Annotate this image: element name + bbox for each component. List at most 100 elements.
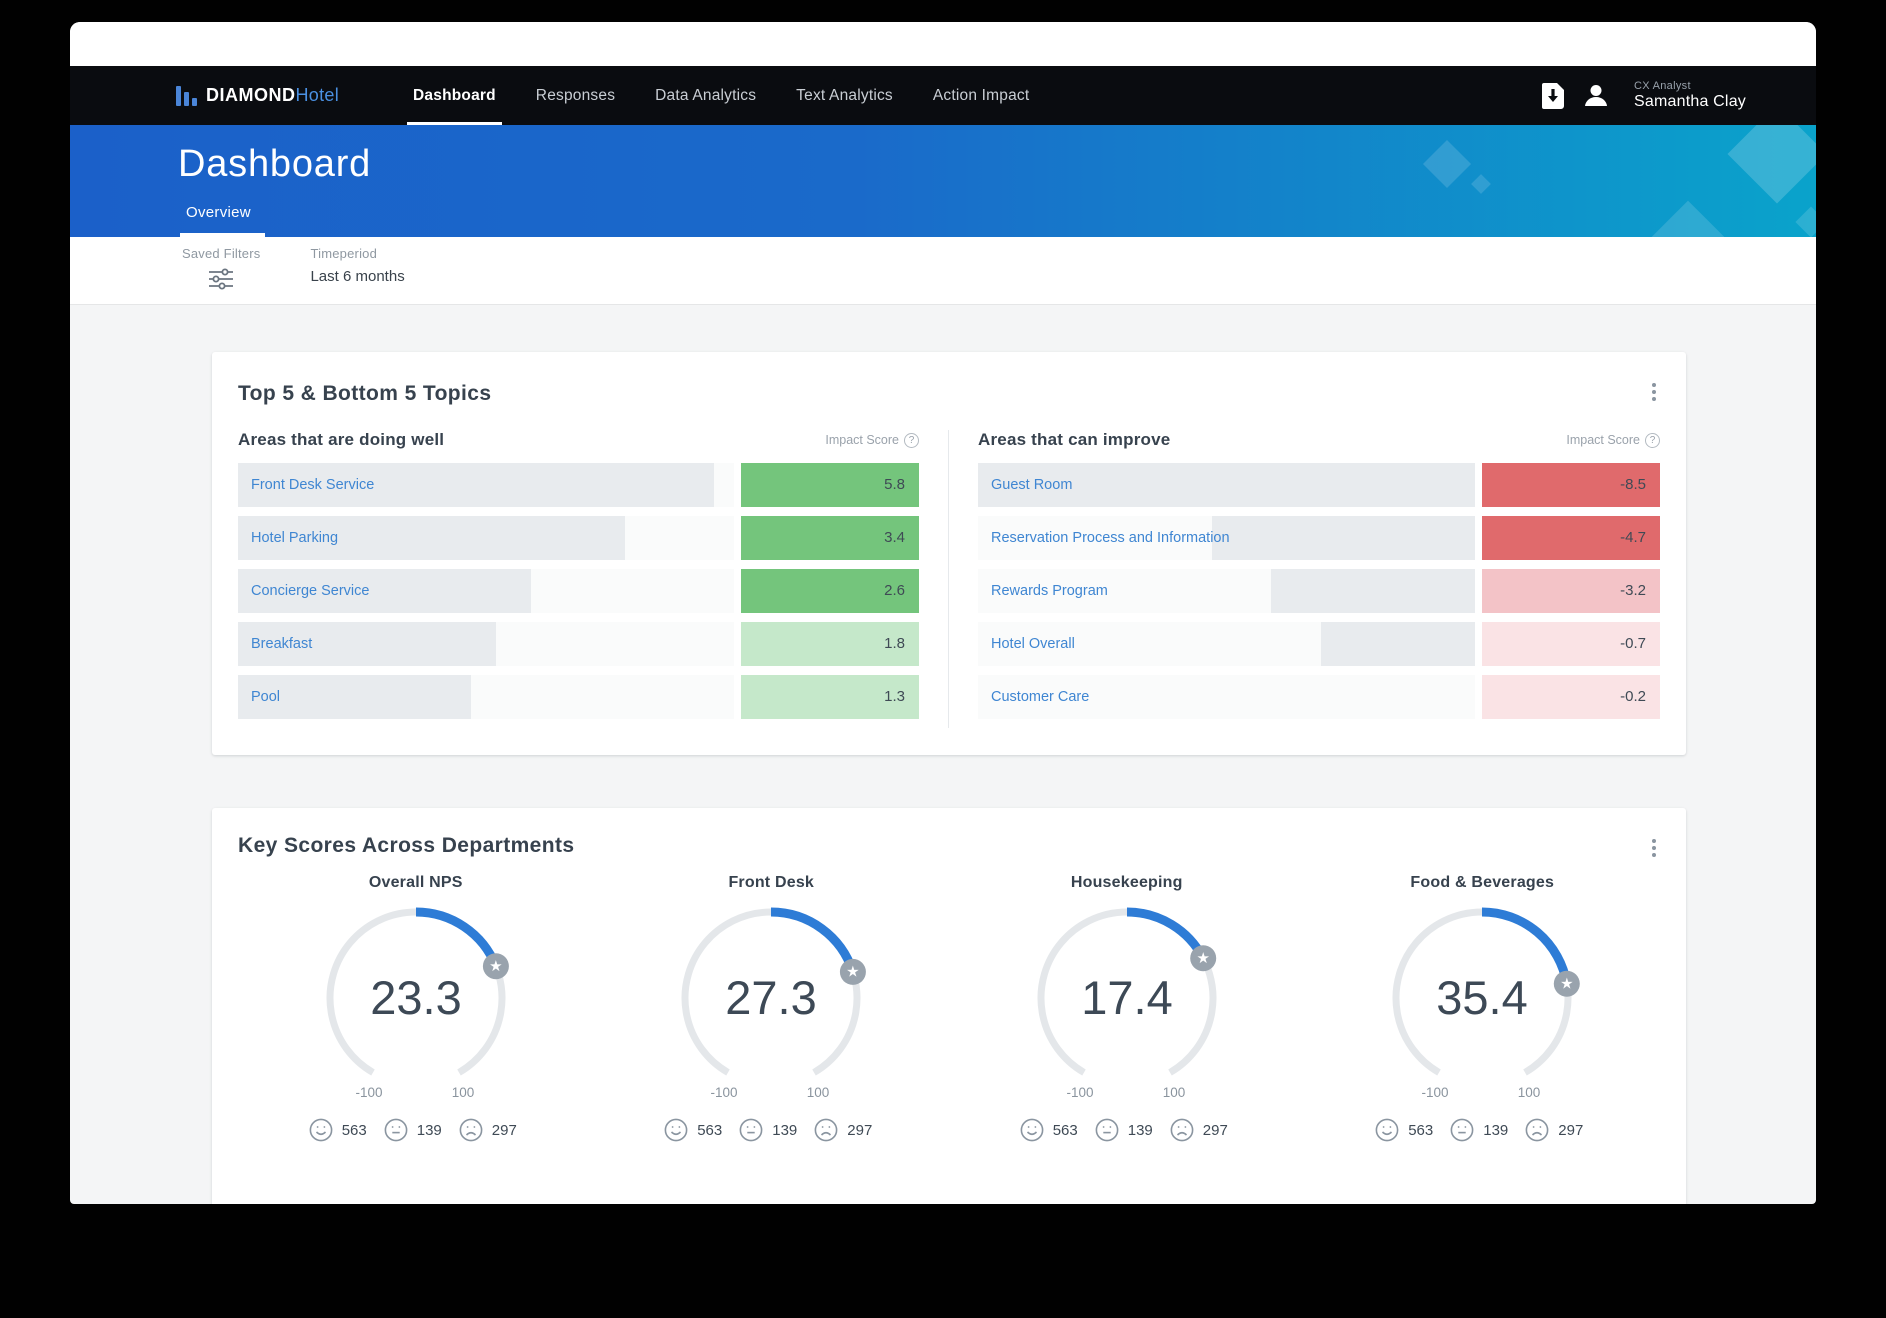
table-row[interactable]: Hotel Overall -0.7: [978, 622, 1660, 666]
diamond-decoration: [1422, 139, 1472, 189]
nav-links: Dashboard Responses Data Analytics Text …: [407, 66, 1030, 125]
impact-bar-track: Front Desk Service: [238, 463, 734, 507]
impact-bar-track: Customer Care: [978, 675, 1475, 719]
sentiment-counts: 563 139 297: [308, 1117, 524, 1143]
nav-item-dashboard[interactable]: Dashboard: [407, 66, 502, 125]
happy-face-icon: [1020, 1118, 1044, 1142]
gauge-min-label: -100: [1422, 1085, 1449, 1100]
table-row[interactable]: Front Desk Service 5.8: [238, 463, 919, 507]
table-row[interactable]: Pool 1.3: [238, 675, 919, 719]
impact-score-cell: -4.7: [1482, 516, 1660, 560]
table-row[interactable]: Hotel Parking 3.4: [238, 516, 919, 560]
star-badge-icon: ★: [1189, 945, 1216, 972]
impact-bar-track: Pool: [238, 675, 734, 719]
happy-count: 563: [697, 1121, 723, 1139]
can-improve-table: Areas that can improve Impact Score? Gue…: [949, 430, 1660, 728]
sad-face-icon: [1170, 1118, 1194, 1142]
topics-card-title: Top 5 & Bottom 5 Topics: [238, 382, 492, 405]
user-role: CX Analyst: [1634, 80, 1691, 92]
nav-item-text-analytics[interactable]: Text Analytics: [796, 66, 893, 125]
table-row[interactable]: Guest Room -8.5: [978, 463, 1660, 507]
sad-count: 297: [1558, 1121, 1584, 1139]
topics-card: Top 5 & Bottom 5 Topics Areas that are d…: [212, 352, 1686, 755]
sad-face-icon: [814, 1118, 838, 1142]
happy-face-icon: [1375, 1118, 1399, 1142]
nav-item-action-impact[interactable]: Action Impact: [933, 66, 1030, 125]
user-profile-icon[interactable]: [1584, 83, 1608, 109]
can-improve-heading: Areas that can improve: [978, 430, 1171, 449]
gauge-title: Food & Beverages: [1410, 874, 1555, 891]
gauge-value: 27.3: [726, 971, 817, 1024]
impact-bar-track: Concierge Service: [238, 569, 734, 613]
topic-link[interactable]: Hotel Parking: [238, 516, 734, 560]
impact-bar-track: Guest Room: [978, 463, 1475, 507]
impact-score-cell: 2.6: [741, 569, 919, 613]
impact-score-cell: 5.8: [741, 463, 919, 507]
page-content: Top 5 & Bottom 5 Topics Areas that are d…: [70, 304, 1816, 1204]
gauge-min-label: -100: [711, 1085, 738, 1100]
impact-score-header: Impact Score?: [1566, 432, 1660, 448]
brand-logo[interactable]: DIAMONDHotel: [176, 85, 339, 106]
doing-well-heading: Areas that are doing well: [238, 430, 445, 449]
topic-link[interactable]: Hotel Overall: [978, 622, 1475, 666]
nps-gauge-dial: ★ 23.3 -100 100: [306, 898, 526, 1115]
sad-face-icon: [1525, 1118, 1549, 1142]
table-row[interactable]: Customer Care -0.2: [978, 675, 1660, 719]
impact-bar-track: Rewards Program: [978, 569, 1475, 613]
neutral-count: 139: [1483, 1121, 1509, 1139]
impact-score-cell: 1.3: [741, 675, 919, 719]
gauge-value: 17.4: [1081, 971, 1172, 1024]
topic-link[interactable]: Pool: [238, 675, 734, 719]
sentiment-counts: 563 139 297: [663, 1117, 879, 1143]
help-question-icon[interactable]: ?: [1645, 432, 1660, 448]
topic-link[interactable]: Customer Care: [978, 675, 1475, 719]
impact-bar-track: Hotel Parking: [238, 516, 734, 560]
help-question-icon[interactable]: ?: [904, 432, 919, 448]
topic-link[interactable]: Rewards Program: [978, 569, 1475, 613]
impact-score-cell: -3.2: [1482, 569, 1660, 613]
timeperiod-value[interactable]: Last 6 months: [310, 268, 404, 285]
export-download-icon[interactable]: [1542, 82, 1564, 109]
svg-text:★: ★: [489, 958, 502, 975]
nav-item-data-analytics[interactable]: Data Analytics: [655, 66, 756, 125]
neutral-face-icon: [1450, 1118, 1474, 1142]
topic-link[interactable]: Reservation Process and Information: [978, 516, 1475, 560]
table-row[interactable]: Rewards Program -3.2: [978, 569, 1660, 613]
filter-sliders-icon[interactable]: [207, 267, 235, 296]
gauge-title: Housekeeping: [1070, 874, 1183, 891]
topic-link[interactable]: Concierge Service: [238, 569, 734, 613]
key-scores-card: Key Scores Across Departments Overall NP…: [212, 808, 1686, 1204]
star-badge-icon: ★: [840, 958, 867, 985]
topic-link[interactable]: Guest Room: [978, 463, 1475, 507]
svg-text:★: ★: [1560, 976, 1573, 993]
brand-name-light: Hotel: [295, 85, 340, 105]
sad-count: 297: [491, 1121, 517, 1139]
nav-item-responses[interactable]: Responses: [536, 66, 615, 125]
saved-filters-label: Saved Filters: [182, 246, 261, 261]
tab-overview[interactable]: Overview: [180, 204, 265, 237]
svg-text:★: ★: [846, 964, 859, 981]
user-menu[interactable]: CX Analyst Samantha Clay: [1634, 80, 1746, 111]
happy-face-icon: [664, 1118, 688, 1142]
saved-filters: Saved Filters: [182, 246, 260, 304]
card-menu-ellipsis-icon[interactable]: [1646, 378, 1662, 406]
gauge-value: 35.4: [1437, 971, 1528, 1024]
impact-score-cell: -8.5: [1482, 463, 1660, 507]
diamond-decoration: [1727, 125, 1816, 204]
card-menu-ellipsis-icon[interactable]: [1646, 834, 1662, 862]
gauge-max-label: 100: [451, 1085, 474, 1100]
star-badge-icon: ★: [1554, 970, 1581, 997]
neutral-face-icon: [739, 1118, 763, 1142]
impact-bar-track: Hotel Overall: [978, 622, 1475, 666]
gauge-front-desk: Front Desk ★ 27.3 -100 100 563 139 297: [594, 874, 950, 1143]
table-row[interactable]: Reservation Process and Information -4.7: [978, 516, 1660, 560]
filter-bar: Saved Filters Timeperiod Last 6 months: [70, 237, 1816, 304]
nps-gauge-dial: ★ 35.4 -100 100: [1372, 898, 1592, 1115]
impact-score-cell: -0.2: [1482, 675, 1660, 719]
impact-score-cell: 3.4: [741, 516, 919, 560]
topic-link[interactable]: Front Desk Service: [238, 463, 734, 507]
table-row[interactable]: Concierge Service 2.6: [238, 569, 919, 613]
table-row[interactable]: Breakfast 1.8: [238, 622, 919, 666]
topic-link[interactable]: Breakfast: [238, 622, 734, 666]
sentiment-counts: 563 139 297: [1019, 1117, 1235, 1143]
